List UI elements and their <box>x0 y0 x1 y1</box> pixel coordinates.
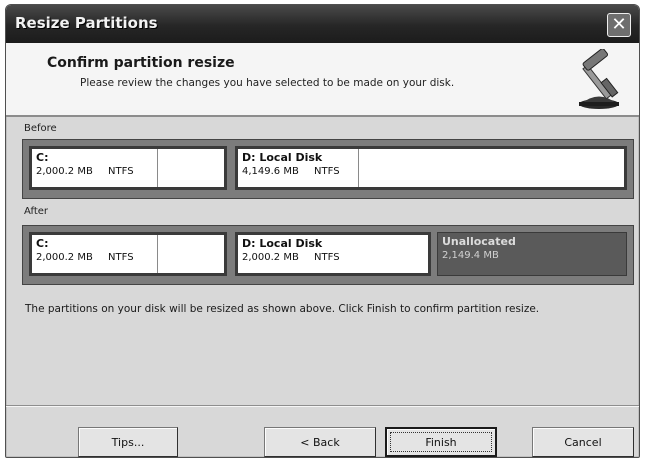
focus-rectangle <box>390 432 492 452</box>
partition-fs: NTFS <box>108 166 134 177</box>
partition-size: 2,000.2 MB <box>36 166 93 177</box>
partition-name: D: Local Disk <box>242 151 323 164</box>
back-button-label: < Back <box>300 435 340 449</box>
partition-size: 2,000.2 MB <box>36 252 93 263</box>
partition-info: 2,000.2 MB NTFS <box>242 252 352 263</box>
partition-used-divider <box>157 235 158 273</box>
partition-name: D: Local Disk <box>242 237 323 250</box>
cancel-button[interactable]: Cancel <box>532 427 634 457</box>
cancel-button-label: Cancel <box>564 435 602 449</box>
page-subtitle: Please review the changes you have selec… <box>80 77 455 89</box>
partition-fs: NTFS <box>314 166 340 177</box>
finish-button[interactable]: Finish <box>385 427 497 457</box>
partition-name: C: <box>36 151 49 164</box>
after-disk-map: C: 2,000.2 MB NTFS D: Local Disk 2,000.2… <box>22 225 634 285</box>
before-partition-c[interactable]: C: 2,000.2 MB NTFS <box>29 146 227 190</box>
partition-info: 4,149.6 MB NTFS <box>242 166 352 177</box>
close-button[interactable]: ✕ <box>607 13 631 37</box>
title-bar[interactable]: Resize Partitions ✕ <box>6 5 639 43</box>
tips-button-label: Tips... <box>111 435 145 449</box>
confirmation-message: The partitions on your disk will be resi… <box>25 303 540 315</box>
partition-size: 4,149.6 MB <box>242 166 299 177</box>
window-title: Resize Partitions <box>15 14 158 32</box>
partition-size: 2,000.2 MB <box>242 252 299 263</box>
tips-button[interactable]: Tips... <box>78 427 178 457</box>
hammer-on-disk-icon <box>579 49 619 109</box>
page-title: Confirm partition resize <box>47 55 235 71</box>
before-disk-map: C: 2,000.2 MB NTFS D: Local Disk 4,149.6… <box>22 139 634 199</box>
partition-info: 2,000.2 MB NTFS <box>36 252 146 263</box>
unallocated-name: Unallocated <box>442 235 516 248</box>
after-partition-c[interactable]: C: 2,000.2 MB NTFS <box>29 232 227 276</box>
button-divider <box>6 405 639 407</box>
after-unallocated-space[interactable]: Unallocated 2,149.4 MB <box>437 232 627 276</box>
close-icon: ✕ <box>611 14 627 35</box>
partition-info: 2,000.2 MB NTFS <box>36 166 146 177</box>
after-partition-d[interactable]: D: Local Disk 2,000.2 MB NTFS <box>235 232 431 276</box>
after-label: After <box>24 206 49 217</box>
back-button[interactable]: < Back <box>264 427 376 457</box>
wizard-header: Confirm partition resize Please review t… <box>6 43 639 117</box>
partition-name: C: <box>36 237 49 250</box>
partition-used-divider <box>157 149 158 187</box>
partition-used-divider <box>358 149 359 187</box>
partition-fs: NTFS <box>314 252 340 263</box>
before-partition-d[interactable]: D: Local Disk 4,149.6 MB NTFS <box>235 146 627 190</box>
before-label: Before <box>24 123 57 134</box>
partition-fs: NTFS <box>108 252 134 263</box>
resize-partitions-dialog: Resize Partitions ✕ Confirm partition re… <box>5 4 640 458</box>
unallocated-size: 2,149.4 MB <box>442 250 499 261</box>
